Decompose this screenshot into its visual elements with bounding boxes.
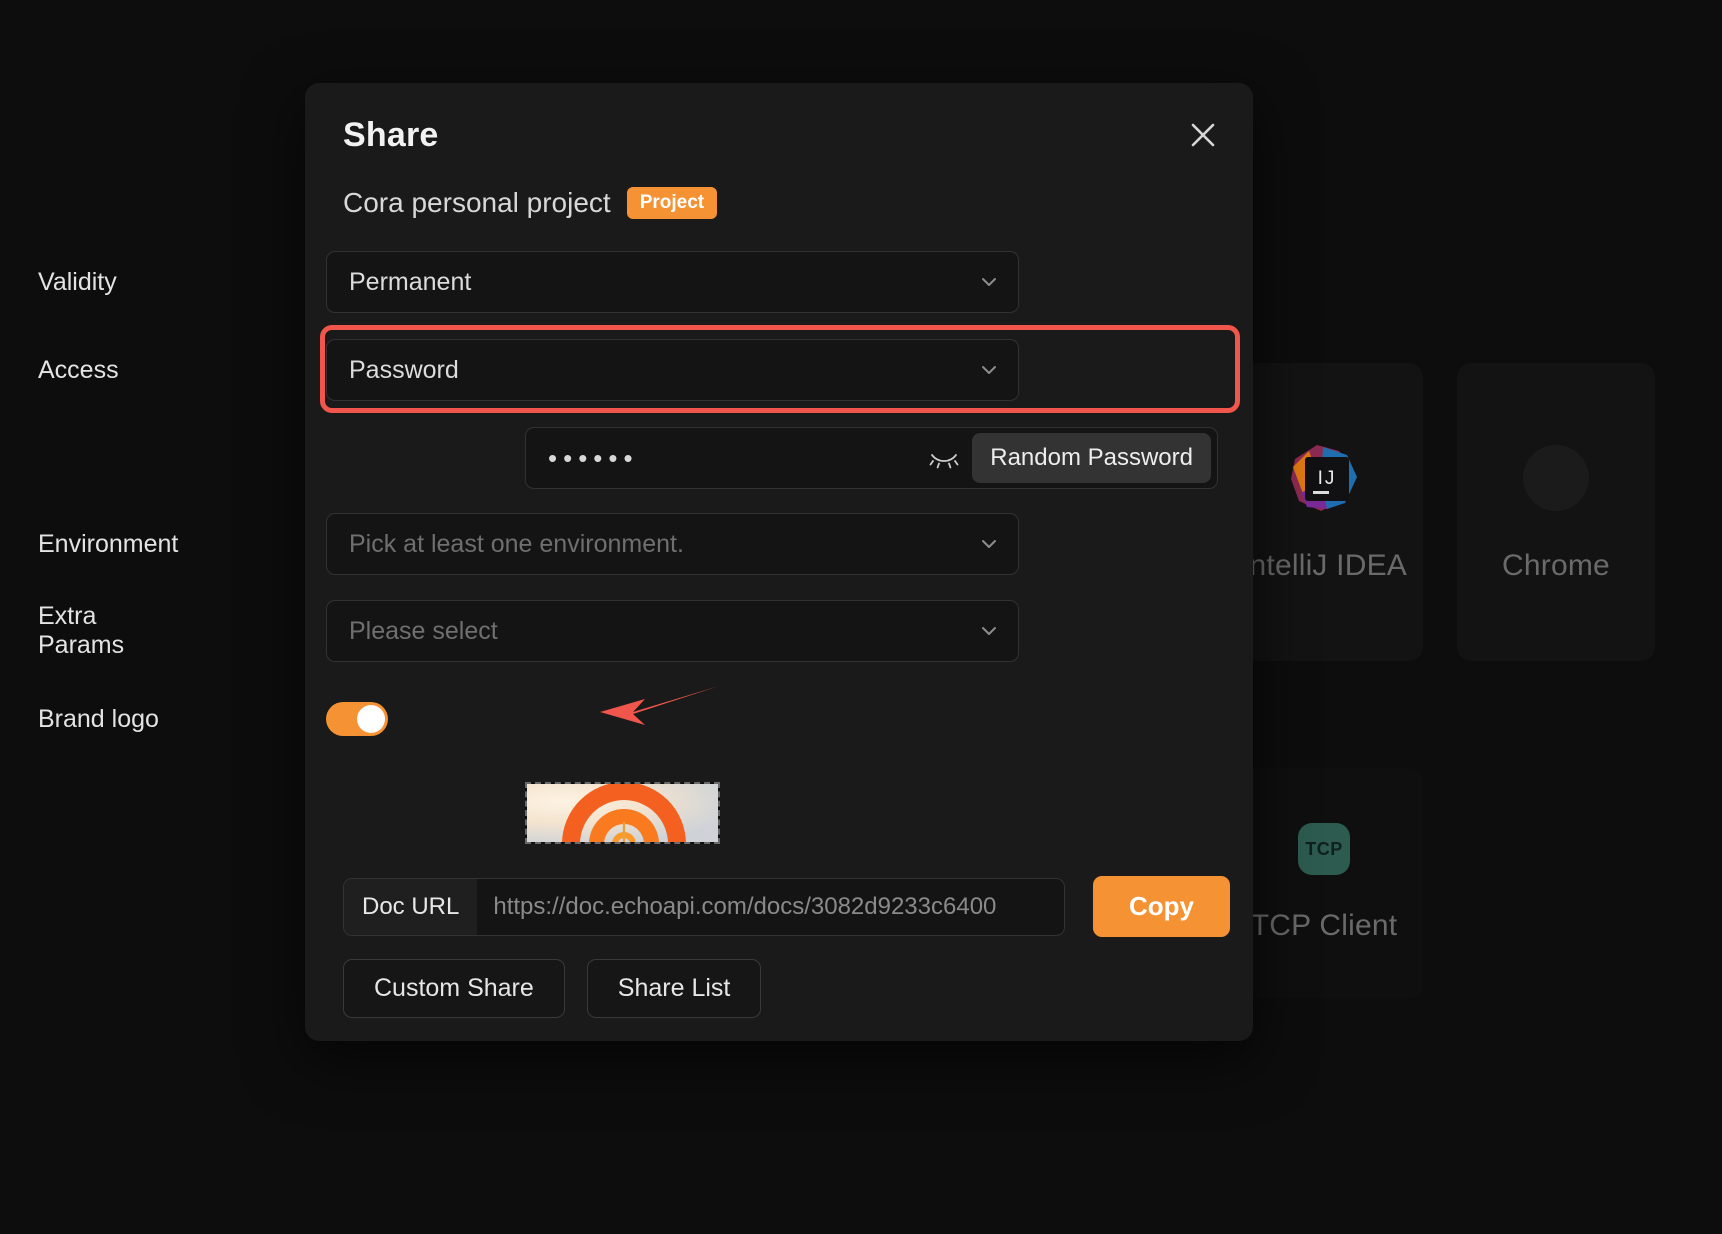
app-card-chrome[interactable]: Chrome <box>1457 363 1655 661</box>
eye-off-icon[interactable] <box>924 438 964 478</box>
project-row: Cora personal project Project <box>343 187 718 219</box>
row-environment: Environment Pick at least one environmen… <box>0 513 1019 575</box>
share-list-button[interactable]: Share List <box>586 959 762 1018</box>
project-name: Cora personal project <box>343 187 611 218</box>
doc-url-value: https://doc.echoapi.com/docs/3082d9233c6… <box>493 892 997 920</box>
validity-value: Permanent <box>349 267 472 296</box>
dialog-footer: Custom Share Share List <box>343 959 762 1018</box>
chevron-down-icon <box>978 620 1000 642</box>
toggle-knob <box>357 705 385 733</box>
intellij-idea-icon: IJ <box>1287 441 1361 515</box>
row-extra-params: Extra Params Please select <box>0 600 1019 662</box>
app-card-tcp-client[interactable]: TCP TCP Client <box>1225 768 1423 998</box>
doc-url-row: Doc URL https://doc.echoapi.com/docs/308… <box>343 876 1230 937</box>
environment-placeholder: Pick at least one environment. <box>349 529 684 558</box>
app-card-intellij[interactable]: IJ IntelliJ IDEA <box>1225 363 1423 661</box>
intellij-badge: IJ <box>1305 457 1349 501</box>
chevron-down-icon <box>978 533 1000 555</box>
label-extra-params: Extra Params <box>38 602 125 659</box>
app-label-tcp-client: TCP Client <box>1250 909 1398 942</box>
label-environment: Environment <box>38 529 179 558</box>
custom-share-button[interactable]: Custom Share <box>343 959 565 1018</box>
label-validity: Validity <box>38 267 117 296</box>
label-access: Access <box>38 355 119 384</box>
chrome-icon <box>1519 441 1593 515</box>
extra-params-select[interactable]: Please select <box>326 600 1019 662</box>
random-password-button[interactable]: Random Password <box>972 433 1211 483</box>
access-select[interactable]: Password <box>326 339 1019 401</box>
app-label-chrome: Chrome <box>1502 549 1610 582</box>
brand-logo-thumbnail[interactable] <box>525 782 720 844</box>
close-icon[interactable] <box>1181 113 1225 157</box>
copy-button[interactable]: Copy <box>1093 876 1230 937</box>
page-title: Share <box>343 116 439 154</box>
label-brand-logo: Brand logo <box>38 704 159 733</box>
chevron-down-icon <box>978 271 1000 293</box>
tcp-icon: TCP <box>1298 823 1350 875</box>
doc-url-label: Doc URL <box>344 878 478 935</box>
chevron-down-icon <box>978 359 1000 381</box>
extra-params-placeholder: Please select <box>349 616 498 645</box>
password-input[interactable]: •••••• <box>548 443 924 474</box>
access-value: Password <box>349 355 459 384</box>
row-brand-logo: Brand logo <box>0 702 388 736</box>
brand-logo-toggle[interactable] <box>326 702 388 736</box>
password-field-wrapper: •••••• Random Password <box>525 427 1218 489</box>
validity-select[interactable]: Permanent <box>326 251 1019 313</box>
status-badge: Project <box>626 187 718 219</box>
screen: IJ IntelliJ IDEA Chrome TCP TCP Client S… <box>0 0 1722 1234</box>
app-label-intellij: IntelliJ IDEA <box>1241 549 1407 582</box>
row-access: Access Password <box>0 339 1019 401</box>
row-password: •••••• Random Password <box>525 427 1218 489</box>
doc-url-field[interactable]: Doc URL https://doc.echoapi.com/docs/308… <box>343 877 1065 936</box>
environment-select[interactable]: Pick at least one environment. <box>326 513 1019 575</box>
row-validity: Validity Permanent <box>0 251 1019 313</box>
